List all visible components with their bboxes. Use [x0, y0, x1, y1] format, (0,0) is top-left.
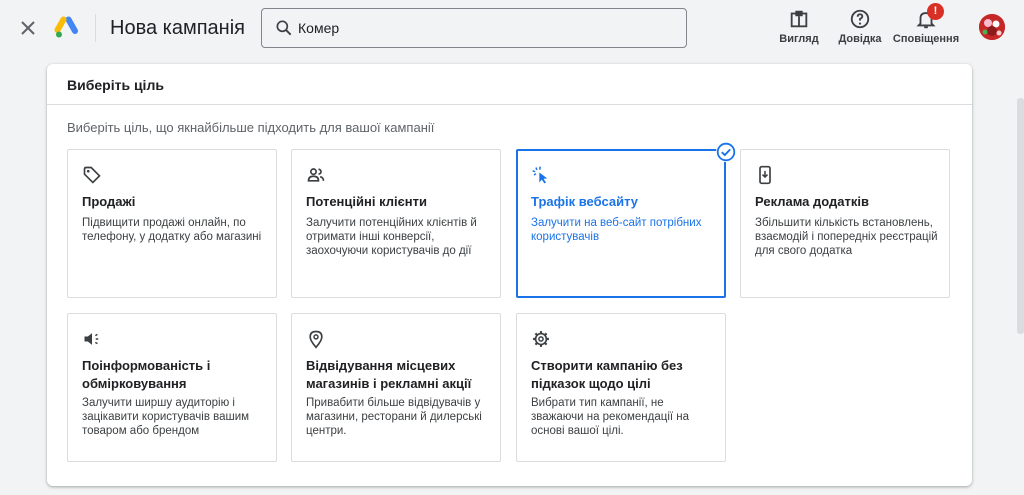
goal-card-sales[interactable]: Продажі Підвищити продажі онлайн, по тел…	[67, 149, 277, 298]
avatar[interactable]	[979, 14, 1005, 40]
view-label: Вигляд	[779, 33, 819, 45]
people-icon	[307, 168, 325, 182]
search-box[interactable]	[261, 8, 687, 48]
goal-card-local-store-visits[interactable]: Відвідування місцевих магазинів і реклам…	[291, 313, 501, 462]
notifications-button[interactable]: Сповіщення !	[892, 3, 960, 46]
goal-card-awareness[interactable]: Поінформованість і обмірковування Залучи…	[67, 313, 277, 462]
help-icon	[850, 9, 870, 29]
panel-heading: Виберіть ціль	[47, 64, 972, 105]
goal-title: Потенційні клієнти	[306, 194, 428, 209]
goal-description: Залучити на веб-сайт потрібних користува…	[531, 217, 702, 243]
page-title: Нова кампанія	[110, 17, 245, 39]
goal-description: Вибрати тип кампанії, не зважаючи на рек…	[531, 397, 690, 437]
goal-title: Створити кампанію без підказок щодо цілі	[531, 358, 683, 391]
notifications-label: Сповіщення	[892, 33, 960, 45]
search-icon	[276, 20, 292, 36]
page-scrollbar[interactable]	[1017, 98, 1024, 334]
view-button[interactable]: Вигляд	[778, 6, 820, 46]
goal-title: Трафік вебсайту	[531, 194, 638, 209]
goal-title: Продажі	[82, 194, 136, 209]
close-button[interactable]	[16, 16, 40, 40]
goal-description: Привабити більше відвідувачів у магазини…	[306, 397, 482, 437]
phone-download-icon	[759, 165, 771, 185]
view-icon	[790, 10, 808, 28]
goal-description: Збільшити кількість встановлень, взаємод…	[755, 217, 938, 257]
goal-title: Реклама додатків	[755, 194, 869, 209]
search-input[interactable]	[298, 9, 678, 47]
panel-subtitle: Виберіть ціль, що якнайбільше підходить …	[67, 120, 435, 135]
cursor-click-icon	[532, 166, 548, 184]
goal-selection-panel: Виберіть ціль Виберіть ціль, що якнайбіл…	[47, 64, 972, 486]
goal-card-website-traffic[interactable]: Трафік вебсайту Залучити на веб-сайт пот…	[516, 142, 736, 298]
goal-title: Поінформованість і обмірковування	[82, 358, 211, 391]
goal-title: Відвідування місцевих магазинів і реклам…	[306, 358, 472, 391]
close-icon	[21, 21, 35, 35]
goal-description: Залучити потенційних клієнтів й отримати…	[306, 217, 477, 257]
help-button[interactable]: Довідка	[838, 6, 882, 46]
goal-card-leads[interactable]: Потенційні клієнти Залучити потенційних …	[291, 149, 501, 298]
goal-description: Залучити ширшу аудиторію і зацікавити ко…	[82, 397, 250, 437]
google-ads-logo[interactable]	[54, 16, 78, 40]
tag-icon	[83, 166, 101, 184]
top-bar: Нова кампанія Вигляд Довідка Сповіщення …	[0, 0, 1024, 56]
location-pin-icon	[309, 330, 323, 349]
notification-badge: !	[927, 3, 944, 20]
help-label: Довідка	[838, 33, 882, 45]
megaphone-icon	[84, 333, 99, 345]
gear-icon	[533, 331, 549, 347]
goal-card-no-goal[interactable]: Створити кампанію без підказок щодо цілі…	[516, 313, 726, 462]
header-divider	[95, 14, 96, 42]
selected-check-icon	[716, 142, 736, 162]
goal-card-app-promotion[interactable]: Реклама додатків Збільшити кількість вст…	[740, 149, 950, 298]
goal-description: Підвищити продажі онлайн, по телефону, у…	[82, 217, 262, 243]
